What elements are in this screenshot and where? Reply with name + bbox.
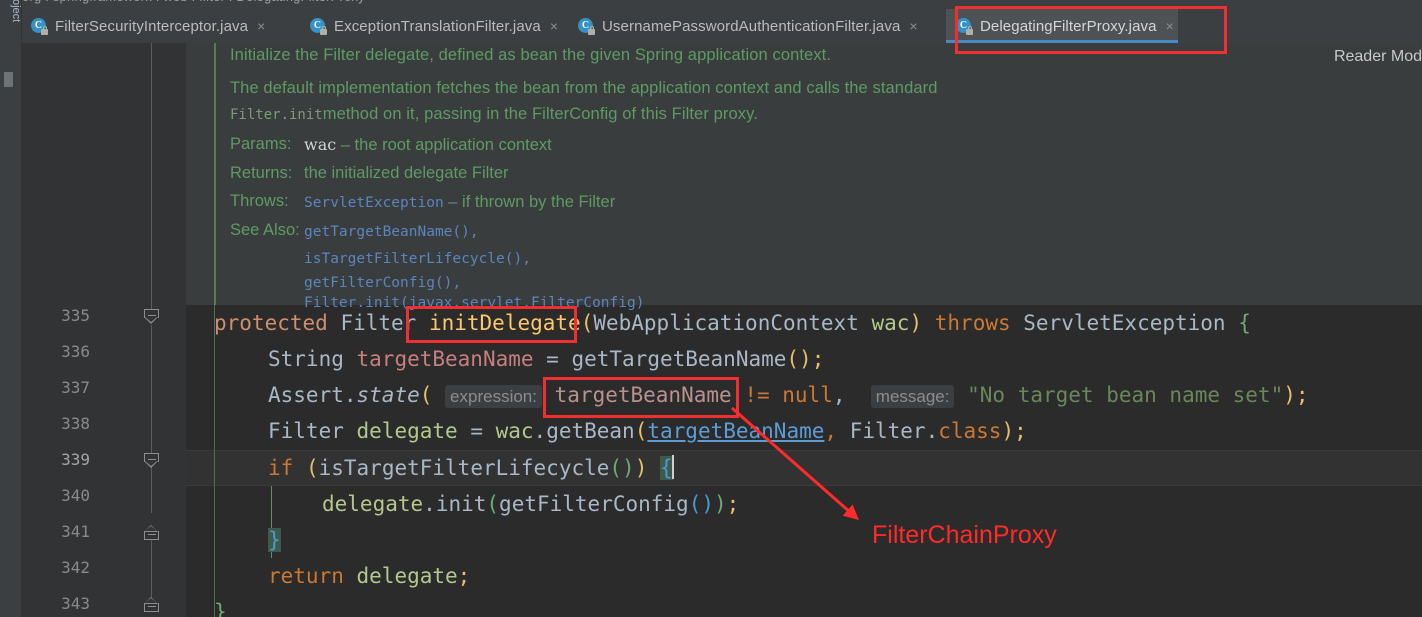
active-tab-underline — [946, 40, 1178, 43]
line-number: 336 — [61, 342, 90, 361]
fold-marker-end[interactable] — [144, 597, 159, 612]
fold-rail — [151, 325, 152, 513]
close-icon[interactable]: × — [257, 19, 265, 33]
token-protected: protected — [214, 311, 328, 335]
token-brace-close: } — [268, 528, 281, 552]
token-method-initdelegate[interactable]: initDelegate — [429, 311, 581, 335]
breadcrumb[interactable]: org . springframework . web . filter . D… — [0, 0, 1422, 9]
parameter-hint-expression: expression: — [445, 385, 542, 408]
fold-marker-end[interactable] — [144, 525, 159, 540]
token-operator-neq: != — [744, 383, 770, 407]
token-type-filter: Filter — [340, 311, 417, 335]
token-var-wac: wac — [495, 419, 534, 443]
token-keyword-return: return — [268, 564, 344, 588]
fold-marker-collapse[interactable] — [144, 309, 159, 324]
close-icon[interactable]: × — [1166, 19, 1174, 33]
token-var-delegate: delegate — [356, 419, 458, 443]
text-caret — [671, 455, 674, 479]
java-class-icon: C — [956, 17, 973, 35]
close-icon[interactable]: × — [550, 19, 558, 33]
left-tool-window-strip[interactable]: Project — [0, 0, 22, 617]
token-type-servletexception: ServletException — [1023, 311, 1226, 335]
project-tool-window-label[interactable]: Project — [10, 0, 22, 40]
token-var-delegate: delegate — [356, 564, 458, 588]
line-number: 337 — [61, 378, 90, 397]
java-class-icon: C — [578, 17, 595, 35]
line-number: 341 — [61, 522, 90, 541]
line-number-current: 339 — [61, 450, 90, 469]
tab-filtersecurityinterceptor[interactable]: C FilterSecurityInterceptor.java × — [21, 9, 300, 43]
token-method-state[interactable]: state — [357, 383, 420, 407]
java-class-icon: C — [31, 17, 48, 35]
line-number: 340 — [61, 486, 90, 505]
token-call-gettargetbeanname[interactable]: getTargetBeanName — [571, 347, 786, 371]
token-keyword-if: if — [268, 456, 294, 480]
java-class-icon: C — [310, 17, 327, 35]
fold-marker-collapse[interactable] — [144, 453, 159, 468]
line-number: 335 — [61, 306, 90, 325]
token-type-string: String — [268, 347, 344, 371]
close-icon[interactable]: × — [909, 19, 917, 33]
token-method-istargetfilterlifecycle[interactable]: isTargetFilterLifecycle — [319, 456, 610, 480]
scrollbar-thumb[interactable] — [4, 72, 13, 87]
token-var-targetbeanname: targetBeanName — [554, 383, 732, 407]
tab-label: UsernamePasswordAuthenticationFilter.jav… — [602, 17, 901, 35]
token-type-filter: Filter — [849, 419, 926, 443]
fold-rail — [151, 43, 152, 311]
token-var-delegate: delegate — [322, 492, 424, 516]
line-number: 342 — [61, 558, 90, 577]
ide-editor-window: org . springframework . web . filter . D… — [0, 0, 1422, 617]
token-method-init[interactable]: init — [436, 492, 487, 516]
annotation-callout-text: FilterChainProxy — [872, 521, 1057, 549]
code-editor[interactable]: 335 336 337 338 339 340 341 342 343 Init… — [21, 43, 1422, 617]
token-type-filter: Filter — [268, 419, 344, 443]
token-string-literal: "No target bean name set" — [967, 383, 1284, 407]
editor-tab-bar: C FilterSecurityInterceptor.java × C Exc… — [21, 9, 1422, 43]
token-throws: throws — [934, 311, 1011, 335]
tab-label: ExceptionTranslationFilter.java — [334, 17, 541, 35]
parameter-hint-message: message: — [870, 385, 955, 408]
token-class-assert: Assert — [268, 383, 344, 407]
reader-mode-label[interactable]: Reader Mod — [1334, 48, 1422, 66]
code-area[interactable]: protected Filter initDelegate(WebApplica… — [186, 43, 1422, 617]
token-type-webapplicationcontext: WebApplicationContext — [593, 311, 859, 335]
indent-guide — [214, 305, 215, 617]
tab-exceptiontranslationfilter[interactable]: C ExceptionTranslationFilter.java × — [300, 9, 568, 43]
breadcrumb-text: org . springframework . web . filter . D… — [22, 0, 365, 4]
editor-gutter[interactable]: 335 336 337 338 339 340 341 342 343 — [21, 43, 186, 617]
token-method-getfilterconfig[interactable]: getFilterConfig — [499, 492, 689, 516]
tab-usernamepasswordauthenticationfilter[interactable]: C UsernamePasswordAuthenticationFilter.j… — [568, 9, 946, 43]
token-null: null — [782, 383, 833, 407]
token-method-getbean[interactable]: getBean — [546, 419, 635, 443]
token-keyword-class: class — [938, 419, 1002, 443]
token-var-targetbeanname: targetBeanName — [356, 347, 534, 371]
line-number: 338 — [61, 414, 90, 433]
token-param-wac: wac — [871, 311, 910, 335]
tab-delegatingfilterproxy[interactable]: C DelegatingFilterProxy.java × — [946, 9, 1178, 43]
tab-label: DelegatingFilterProxy.java — [980, 17, 1157, 35]
token-link-targetbeanname[interactable]: targetBeanName — [647, 419, 824, 443]
line-number: 343 — [61, 594, 90, 613]
tab-label: FilterSecurityInterceptor.java — [55, 17, 249, 35]
